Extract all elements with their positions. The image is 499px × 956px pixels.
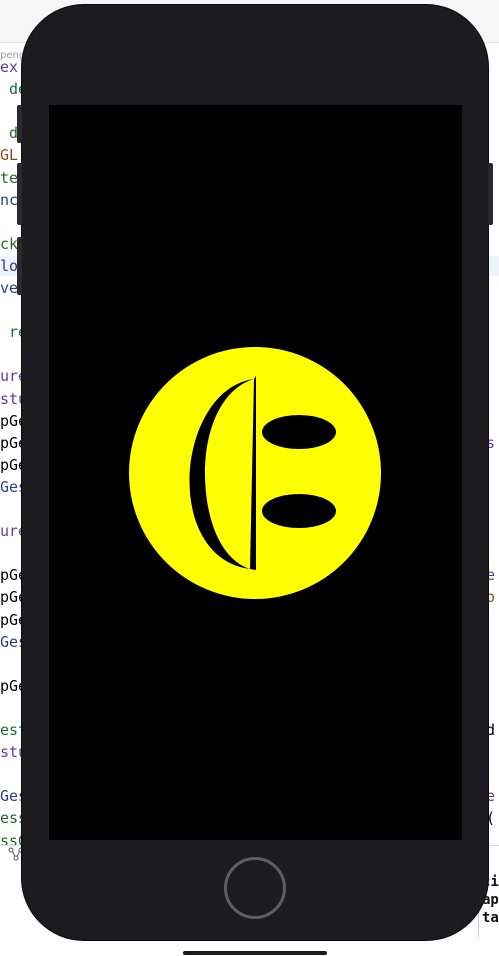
device-screen[interactable] [49,105,462,840]
code-line: ex [0,58,19,76]
smiley-eye [262,415,336,449]
power-button[interactable] [488,163,493,225]
mute-switch[interactable] [17,237,22,295]
volume-up-button[interactable] [17,105,22,143]
smiley-eye [262,494,336,528]
bottom-edge [183,951,327,955]
volume-down-button[interactable] [17,163,22,225]
console-line: tap [482,910,499,926]
home-button[interactable] [224,857,286,919]
smiley-face-image [129,347,381,599]
